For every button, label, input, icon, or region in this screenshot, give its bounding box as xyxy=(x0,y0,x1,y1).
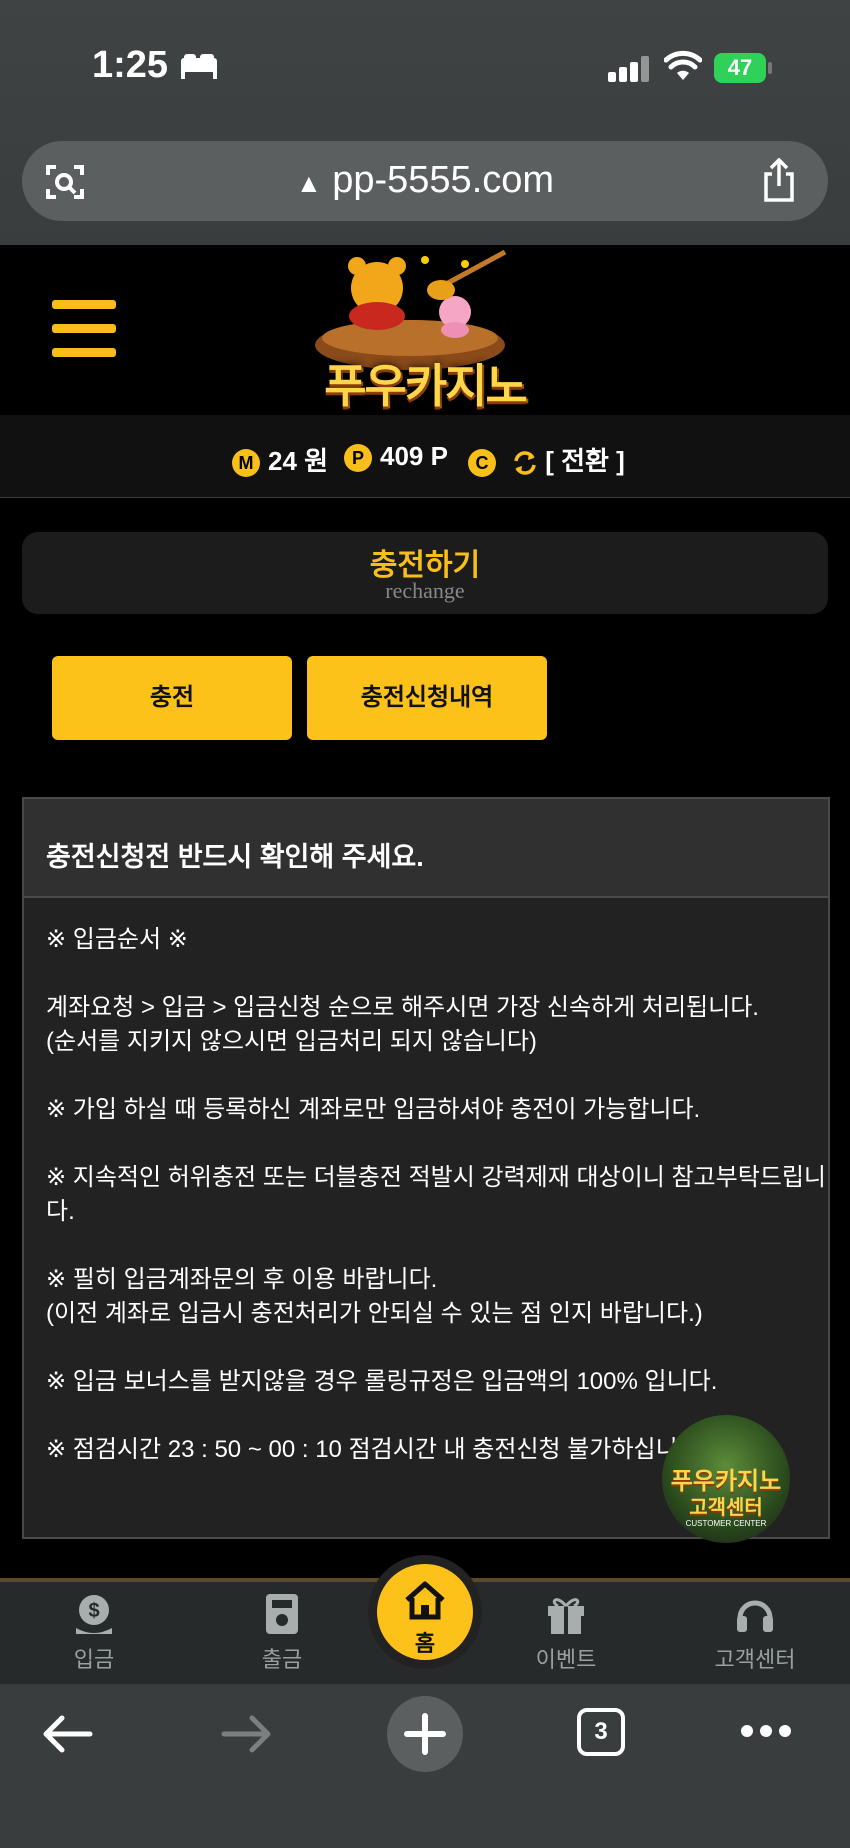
nav-deposit[interactable]: $ 입금 xyxy=(34,1582,154,1688)
deposit-button[interactable]: 충전 xyxy=(52,656,292,740)
warning-icon: ▲ xyxy=(295,168,322,198)
notice-line: ※ 지속적인 허위충전 또는 더블충전 적발시 강력제재 대상이니 참고부탁드립… xyxy=(46,1164,827,1225)
gift-icon xyxy=(548,1598,584,1634)
url-text: ▲ pp-5555.com xyxy=(22,159,828,202)
forward-arrow-icon[interactable] xyxy=(220,1712,274,1756)
battery-indicator: 47 xyxy=(714,53,766,83)
money-value: 24 원 xyxy=(268,446,329,476)
nav-support-label: 고객센터 xyxy=(714,1647,796,1672)
notice-line: 계좌요청 > 입금 > 입금신청 순으로 해주시면 가장 신속하게 처리됩니다. xyxy=(46,994,759,1021)
notice-line: ※ 입금순서 ※ xyxy=(46,926,188,953)
site-logo[interactable]: 푸우카지노 xyxy=(305,249,545,412)
notice-line: ※ 입금 보너스를 받지않을 경우 롤링규정은 입금액의 100% 입니다. xyxy=(46,1368,718,1395)
notice-header: 충전신청전 반드시 확인해 주세요. xyxy=(24,799,828,898)
menu-icon[interactable] xyxy=(52,300,116,372)
notice-title: 충전신청전 반드시 확인해 주세요. xyxy=(46,842,424,872)
point-value: 409 P xyxy=(380,441,448,471)
home-button-circle: 홈 xyxy=(377,1564,473,1660)
point-coin-icon: P xyxy=(344,444,372,473)
more-options-icon[interactable] xyxy=(740,1724,792,1738)
new-tab-plus-icon[interactable] xyxy=(387,1696,463,1772)
tabs-button[interactable]: 3 xyxy=(577,1708,625,1756)
money-bag-icon: $ xyxy=(76,1595,112,1634)
point-balance: P 409 P xyxy=(344,441,448,473)
status-time: 1:25 xyxy=(92,44,169,86)
customer-center-badge[interactable]: 푸우카지노 고객센터 CUSTOMER CENTER xyxy=(662,1415,790,1543)
deposit-history-button[interactable]: 충전신청내역 xyxy=(307,656,547,740)
headset-icon xyxy=(737,1600,773,1632)
notice-line: ※ 가입 하실 때 등록하신 계좌로만 입금하셔야 충전이 가능합니다. xyxy=(46,1096,701,1123)
page-subtitle: rechange xyxy=(385,578,465,603)
cs-badge-caption: CUSTOMER CENTER xyxy=(685,1519,767,1528)
comp-coin-icon: C xyxy=(468,449,496,478)
sleep-focus-icon xyxy=(181,54,217,79)
tabs-count: 3 xyxy=(594,1718,608,1745)
address-bar[interactable]: ▲ pp-5555.com xyxy=(22,141,828,221)
battery-level: 47 xyxy=(727,55,753,80)
page-title-box: 충전하기 rechange xyxy=(22,532,828,614)
nav-withdraw-label: 출금 xyxy=(261,1647,303,1672)
convert-label: [ 전환 ] xyxy=(545,446,625,476)
back-arrow-icon[interactable] xyxy=(40,1712,94,1756)
url-value: pp-5555.com xyxy=(332,159,555,201)
refresh-icon xyxy=(514,451,536,475)
nav-home[interactable]: 홈 xyxy=(368,1555,482,1669)
nav-event-label: 이벤트 xyxy=(535,1647,597,1672)
logo-text: 푸우카지노 xyxy=(324,360,528,412)
home-icon xyxy=(405,1581,445,1620)
nav-support[interactable]: 고객센터 xyxy=(695,1582,815,1688)
status-bar: 1:25 47 xyxy=(0,0,850,120)
notice-line: (순서를 지키지 않으시면 입금처리 되지 않습니다) xyxy=(46,1028,537,1055)
balance-bar: M 24 원 P 409 P C [ 전환 ] xyxy=(0,415,850,498)
cellular-signal-icon xyxy=(608,56,652,82)
cs-badge-label: 고객센터 xyxy=(689,1497,763,1519)
money-balance: M 24 원 xyxy=(232,441,328,478)
nav-home-label: 홈 xyxy=(414,1631,436,1656)
convert-points[interactable]: C [ 전환 ] xyxy=(468,441,625,478)
nav-deposit-label: 입금 xyxy=(73,1647,115,1672)
battery-tip xyxy=(768,62,772,74)
notice-line: (이전 계좌로 입금시 충전처리가 안되실 수 있는 점 인지 바랍니다.) xyxy=(46,1300,703,1327)
wifi-icon xyxy=(664,50,702,80)
share-icon[interactable] xyxy=(760,158,798,202)
page-scan-icon[interactable] xyxy=(46,163,84,201)
notice-line: ※ 필히 입금계좌문의 후 이용 바랍니다. xyxy=(46,1266,438,1293)
notice-body: ※ 입금순서 ※ 계좌요청 > 입금 > 입금신청 순으로 해주시면 가장 신속… xyxy=(46,923,826,1501)
money-coin-icon: M xyxy=(232,449,260,478)
browser-toolbar: 3 xyxy=(0,1684,850,1848)
nav-withdraw[interactable]: 출금 xyxy=(222,1582,342,1688)
svg-text:$: $ xyxy=(88,1600,99,1622)
atm-icon xyxy=(266,1594,298,1634)
nav-event[interactable]: 이벤트 xyxy=(506,1582,626,1688)
